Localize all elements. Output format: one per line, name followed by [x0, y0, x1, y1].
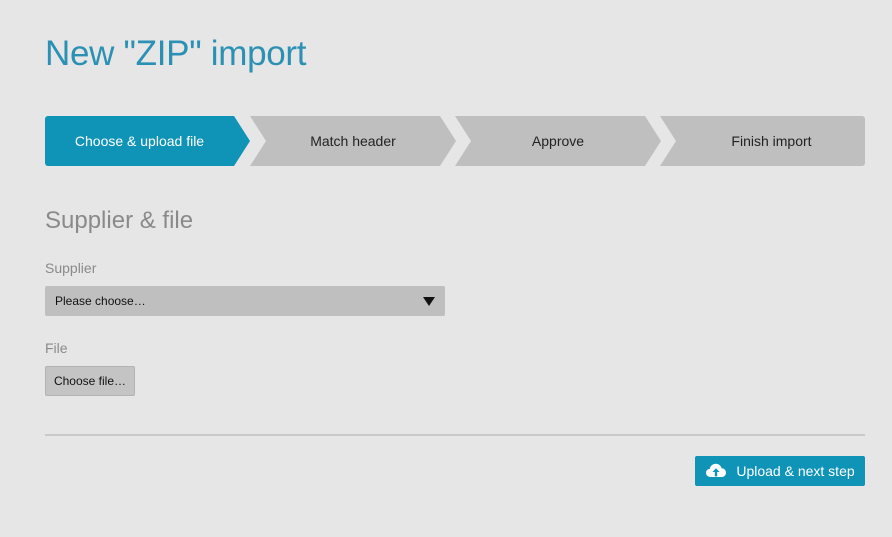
page-title: New "ZIP" import [45, 34, 307, 73]
step-match-header[interactable]: Match header [250, 116, 456, 166]
step-finish-import[interactable]: Finish import [660, 116, 865, 166]
supplier-select[interactable]: Please choose… [45, 286, 445, 316]
caret-down-icon [423, 296, 435, 306]
upload-next-step-label: Upload & next step [736, 463, 855, 479]
supplier-selected-value: Please choose… [55, 294, 146, 308]
divider [45, 434, 865, 436]
step-approve[interactable]: Approve [455, 116, 661, 166]
step-label: Choose & upload file [74, 133, 205, 149]
upload-next-step-button[interactable]: Upload & next step [695, 456, 865, 486]
step-label: Match header [310, 133, 396, 149]
step-label: Approve [531, 133, 585, 149]
cloud-upload-icon [705, 462, 727, 480]
supplier-label: Supplier [45, 260, 97, 276]
file-label: File [45, 340, 68, 356]
step-label: Finish import [731, 133, 812, 149]
step-choose-upload-file[interactable]: Choose & upload file [45, 116, 250, 166]
section-title: Supplier & file [45, 207, 194, 234]
choose-file-button[interactable]: Choose file… [45, 366, 135, 396]
import-stepper: Choose & upload file Match header Approv… [45, 116, 865, 166]
choose-file-label: Choose file… [53, 374, 127, 388]
